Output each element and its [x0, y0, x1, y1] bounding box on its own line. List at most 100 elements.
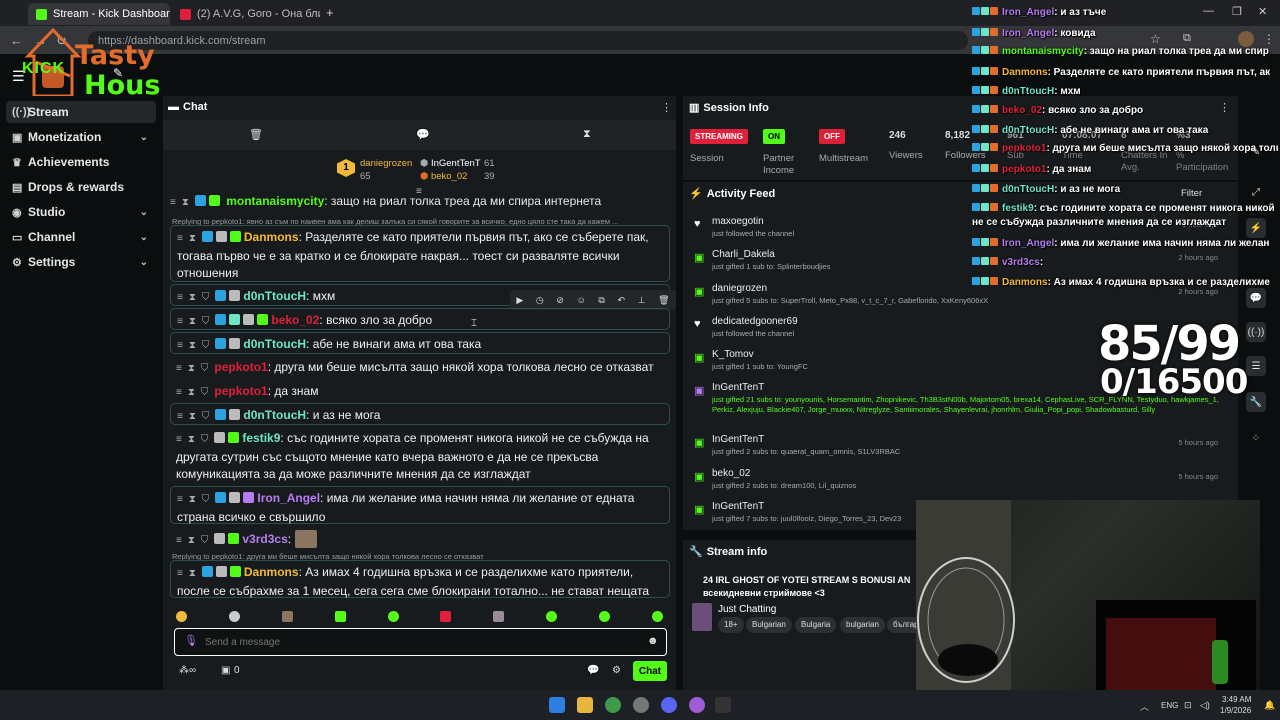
pin-icon[interactable]: ≡ — [177, 233, 183, 244]
chat-menu-icon[interactable]: ⋮ — [661, 101, 672, 114]
play-icon[interactable]: ▶ — [516, 295, 523, 306]
edit-pencil-icon[interactable]: ✎ — [113, 66, 123, 80]
notifications-icon[interactable]: 🔔 — [1264, 700, 1275, 711]
activity-username[interactable]: InGentTenT — [712, 382, 764, 393]
rail-chat-icon[interactable]: 💬 — [1246, 288, 1266, 308]
tray-chevron-icon[interactable]: ︿ — [1140, 700, 1149, 713]
terminal-icon[interactable] — [715, 697, 731, 713]
activity-username[interactable]: InGentTenT — [712, 434, 764, 445]
app-icon[interactable] — [689, 697, 705, 713]
stream-category[interactable]: Just Chatting — [718, 604, 776, 615]
timeout-icon[interactable]: ⧗ — [188, 434, 195, 445]
timeout-icon[interactable]: ⧗ — [182, 197, 189, 207]
hourglass-icon[interactable]: ⧗ — [583, 128, 591, 141]
chat-username[interactable]: Danmons — [244, 230, 299, 244]
timeout-icon[interactable]: ⧗ — [189, 568, 196, 579]
send-chat-button[interactable]: Chat — [633, 661, 667, 681]
chat-message-input[interactable] — [205, 634, 625, 650]
chat-username[interactable]: pepkoto1 — [214, 384, 267, 398]
pin-icon[interactable]: ≡ — [177, 411, 183, 422]
timeout-icon[interactable]: ⧗ — [188, 387, 195, 398]
activity-username[interactable]: daniegrozen — [712, 283, 767, 294]
sidebar-item-monetization[interactable]: ▣ Monetization ⌄ — [6, 126, 156, 148]
undo-icon[interactable]: ↶ — [617, 295, 625, 306]
rail-lightning-icon[interactable]: ⚡ — [1246, 218, 1266, 238]
chat-bubble-icon[interactable]: 💬 — [416, 128, 430, 141]
file-explorer-icon[interactable] — [577, 697, 593, 713]
browser-tab-youtube[interactable]: (2) A.V.G, Goro - Она близко ( ✕ — [172, 3, 320, 25]
ban-icon[interactable]: ⊘ — [556, 295, 564, 306]
activity-username[interactable]: dedicatedgooner69 — [712, 316, 798, 327]
chat-username[interactable]: montanaismycity — [226, 194, 324, 207]
rail-wrench-icon[interactable]: 🔧 — [1246, 392, 1266, 412]
emote-icon[interactable] — [493, 610, 505, 622]
sidebar-item-channel[interactable]: ▭ Channel ⌄ — [6, 226, 156, 248]
chat-username[interactable]: pepkoto1 — [214, 360, 267, 374]
timeout-icon[interactable]: ⧗ — [189, 316, 196, 327]
obs-icon[interactable] — [633, 697, 649, 713]
pin-icon[interactable]: ≡ — [170, 197, 176, 207]
chat-username[interactable]: d0nTtoucH — [243, 337, 306, 351]
network-icon[interactable]: ⊡ — [1184, 700, 1192, 711]
chat-username[interactable]: v3rd3cs — [242, 532, 287, 546]
pin-icon[interactable]: ≡ — [177, 316, 183, 327]
pin-icon[interactable]: ≡ — [177, 292, 183, 303]
rail-edit-icon[interactable]: ✎ — [1246, 142, 1266, 162]
emoji-picker-icon[interactable]: ☻ — [647, 635, 659, 647]
pin-icon[interactable]: ≡ — [177, 340, 183, 351]
activity-username[interactable]: K_Tomov — [712, 349, 754, 360]
rail-broadcast-icon[interactable]: ((·)) — [1246, 322, 1266, 342]
chat-username[interactable]: d0nTtoucH — [243, 289, 306, 303]
copy-icon[interactable]: ⧉ — [598, 295, 604, 306]
pin-icon[interactable]: ≡ — [176, 387, 182, 398]
trash-icon[interactable]: 🗑 — [249, 128, 263, 141]
pin-icon[interactable]: ≡ — [176, 363, 182, 374]
emote-icon[interactable] — [599, 610, 610, 622]
emote-icon[interactable] — [387, 610, 399, 622]
chat-users-icon[interactable]: 💬 — [587, 665, 599, 676]
activity-username[interactable]: maxoegotin — [712, 216, 764, 227]
activity-username[interactable]: beko_02 — [712, 468, 750, 479]
chat-username[interactable]: Danmons — [244, 565, 299, 579]
emote-icon[interactable] — [440, 610, 452, 622]
chat-settings-icon[interactable]: ⚙ — [612, 665, 621, 676]
chrome-icon[interactable] — [605, 697, 621, 713]
sidebar-item-achievements[interactable]: ♛ Achievements — [6, 151, 156, 173]
timeout-icon[interactable]: ⧗ — [189, 411, 196, 422]
sidebar-item-studio[interactable]: ◉ Studio ⌄ — [6, 201, 156, 223]
pin-icon[interactable]: ≡ — [177, 494, 183, 505]
timeout-icon[interactable]: ⧗ — [189, 340, 196, 351]
emote-icon[interactable] — [281, 610, 293, 622]
timeout-icon[interactable]: ⧗ — [189, 292, 196, 303]
emote-icon[interactable] — [334, 610, 346, 622]
pin-icon[interactable]: ≡ — [176, 434, 182, 445]
chat-username[interactable]: Iron_Angel — [257, 491, 320, 505]
new-tab-icon[interactable]: + — [326, 5, 334, 20]
language-indicator[interactable]: ENG — [1161, 701, 1178, 710]
sidebar-item-stream[interactable]: ((·)) Stream — [6, 101, 156, 123]
timeout-icon[interactable]: ⧗ — [188, 363, 195, 374]
rail-expand-icon[interactable]: ⤢ — [1246, 182, 1266, 202]
delete-icon[interactable]: 🗑 — [658, 295, 669, 306]
pin-icon[interactable]: ≡ — [176, 535, 182, 546]
clock-icon[interactable]: ◷ — [536, 295, 544, 306]
volume-icon[interactable]: ◁) — [1200, 700, 1210, 711]
sidebar-item-settings[interactable]: ⚙ Settings ⌄ — [6, 251, 156, 273]
timeout-icon[interactable]: ⧗ — [189, 494, 196, 505]
chat-username[interactable]: beko_02 — [271, 313, 319, 327]
timeout-icon[interactable]: ⧗ — [189, 233, 196, 244]
timeout-icon[interactable]: ⧗ — [188, 535, 195, 546]
address-bar[interactable]: https://dashboard.kick.com/stream — [88, 31, 968, 50]
activity-username[interactable]: InGentTenT — [712, 501, 764, 512]
emote-icon[interactable] — [176, 610, 187, 622]
pin-message-icon[interactable]: ⊥ — [638, 295, 646, 306]
microphone-icon[interactable]: 🎙 — [184, 634, 198, 647]
channel-points-icon[interactable]: ⁂∞ — [179, 665, 196, 676]
activity-username[interactable]: Charli_Dakela — [712, 249, 775, 260]
sidebar-item-drops-rewards[interactable]: ▤ Drops & rewards — [6, 176, 156, 198]
clock-date[interactable]: 1/9/2026 — [1220, 706, 1251, 715]
emote-icon[interactable] — [546, 610, 558, 622]
chat-username[interactable]: festik9 — [242, 431, 280, 445]
pin-icon[interactable]: ≡ — [177, 568, 183, 579]
chat-username[interactable]: d0nTtoucH — [243, 408, 306, 422]
